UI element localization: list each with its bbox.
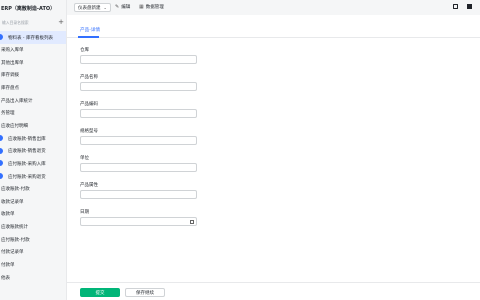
- sidebar-item-label: 采购入库单: [1, 48, 24, 54]
- field-label: 产品属性: [80, 183, 98, 188]
- sidebar-item-label: 应收账款-销售出库: [8, 136, 46, 142]
- edit-button[interactable]: ✎ 编辑: [115, 4, 130, 10]
- indicator-icon: [0, 173, 3, 180]
- sidebar-item-label: 付款记录单: [1, 250, 24, 256]
- sidebar-item-label: 应收账款-付款: [1, 187, 30, 193]
- grid-icon[interactable]: [467, 4, 472, 9]
- text-field[interactable]: [80, 136, 197, 145]
- text-field[interactable]: [80, 82, 197, 91]
- sidebar-item-label: 付款单: [1, 263, 15, 269]
- submit-button[interactable]: 提交: [80, 288, 120, 297]
- add-icon[interactable]: +: [58, 18, 64, 26]
- sidebar-item-label: 库存盘点: [1, 86, 19, 92]
- tab-bar: 产品-详情: [67, 15, 480, 38]
- sidebar-item-label: 应付账款-付款: [1, 237, 30, 243]
- field-label: 仓库: [80, 48, 89, 53]
- sidebar-item[interactable]: 采购入库单: [0, 44, 66, 57]
- sidebar-item[interactable]: 应付账款-付款: [0, 233, 66, 246]
- sidebar-item[interactable]: 应收账款-销售出库: [0, 132, 66, 145]
- tab-underline: [78, 36, 99, 38]
- indicator-icon: [0, 34, 3, 40]
- sidebar-item[interactable]: 收款记录单: [0, 195, 66, 208]
- dashboard-select-label: 仪表盘新建: [78, 5, 101, 11]
- sidebar-search[interactable]: 输入目录名搜索 +: [0, 18, 66, 26]
- app-title: ERP（离散制造-ATO）: [1, 6, 56, 12]
- sidebar-item[interactable]: 库存调拨: [0, 69, 66, 82]
- dashboard-select[interactable]: 仪表盘新建 ⌄: [74, 3, 111, 12]
- sidebar-item-label: 应付账款-采购退货: [8, 174, 46, 180]
- sidebar-item[interactable]: 应收账款-销售退货: [0, 145, 66, 158]
- table-icon: ▦: [139, 4, 144, 10]
- sidebar-item[interactable]: 应付账款-采购入库: [0, 157, 66, 170]
- sidebar-item[interactable]: 库存盘点: [0, 82, 66, 95]
- data-manage-button[interactable]: ▦ 数据管理: [139, 4, 164, 10]
- sidebar-item[interactable]: 应收账款统计: [0, 221, 66, 234]
- sidebar-item-label: 他表: [1, 275, 10, 281]
- edit-label: 编辑: [121, 5, 131, 10]
- text-field[interactable]: [80, 163, 197, 172]
- sidebar-item[interactable]: 应收应付明细: [0, 119, 66, 132]
- sidebar-item[interactable]: 其他出库单: [0, 56, 66, 69]
- text-field[interactable]: [80, 190, 197, 199]
- field-label: 规格型号: [80, 129, 98, 134]
- sidebar-item-label: 收款记录单: [1, 199, 24, 205]
- sidebar-item[interactable]: 他表: [0, 271, 66, 284]
- data-manage-label: 数据管理: [145, 5, 164, 10]
- field-label: 日期: [80, 210, 89, 215]
- field-label: 产品名称: [80, 75, 98, 80]
- field-label: 产品编码: [80, 102, 98, 107]
- sidebar-item[interactable]: 产品出入库统计: [0, 94, 66, 107]
- sidebar-item-label: 其他出库单: [1, 60, 24, 66]
- text-field[interactable]: [80, 109, 197, 118]
- sidebar-item[interactable]: 付款单: [0, 259, 66, 272]
- sidebar-item-label: 应收账款统计: [1, 225, 28, 231]
- indicator-icon: [0, 135, 3, 142]
- indicator-icon: [0, 160, 3, 167]
- indicator-icon: [0, 147, 3, 154]
- sidebar-item-label: 应收应付明细: [1, 123, 28, 129]
- chevron-down-icon: ⌄: [103, 5, 107, 10]
- sidebar-nav: 物料表 - 库存看板列表采购入库单其他出库单库存调拨库存盘点产品出入库统计 务管理…: [0, 31, 66, 284]
- sidebar-item[interactable]: 务管理: [0, 107, 66, 120]
- sidebar-item-label: 应付账款-采购入库: [8, 161, 46, 167]
- sidebar-item[interactable]: 应付账款-采购退货: [0, 170, 66, 183]
- sidebar-item-label: 产品出入库统计: [1, 98, 33, 104]
- sidebar-item-label: 库存调拨: [1, 73, 19, 79]
- sidebar-item[interactable]: 付款记录单: [0, 246, 66, 259]
- sidebar-item[interactable]: 收款单: [0, 208, 66, 221]
- top-bar: 仪表盘新建 ⌄ ✎ 编辑 ▦ 数据管理: [67, 0, 480, 15]
- sidebar-item[interactable]: 物料表 - 库存看板列表: [0, 31, 66, 44]
- sidebar-item[interactable]: 应收账款-付款: [0, 183, 66, 196]
- document-icon[interactable]: [453, 4, 458, 9]
- calendar-icon[interactable]: [190, 219, 194, 224]
- field-label: 单位: [80, 156, 89, 161]
- date-field[interactable]: [80, 217, 197, 226]
- sidebar: ERP（离散制造-ATO） 输入目录名搜索 + 物料表 - 库存看板列表采购入库…: [0, 0, 67, 300]
- sidebar-item-label: 应收账款-销售退货: [8, 149, 46, 155]
- sidebar-item-label: 物料表 - 库存看板列表: [8, 35, 53, 41]
- form-footer: 提交 保存继续: [67, 282, 480, 300]
- form-panel: 产品-详情 仓库产品名称产品编码规格型号单位产品属性日期 提交 保存继续: [67, 15, 480, 300]
- text-field[interactable]: [80, 55, 197, 64]
- sidebar-item-label: 收款单: [1, 212, 15, 218]
- save-continue-button[interactable]: 保存继续: [125, 288, 165, 297]
- sidebar-item-label: 务管理: [1, 111, 15, 117]
- pencil-icon: ✎: [115, 4, 120, 10]
- search-input[interactable]: 输入目录名搜索: [2, 20, 29, 26]
- tab-product-detail[interactable]: 产品-详情: [80, 27, 100, 33]
